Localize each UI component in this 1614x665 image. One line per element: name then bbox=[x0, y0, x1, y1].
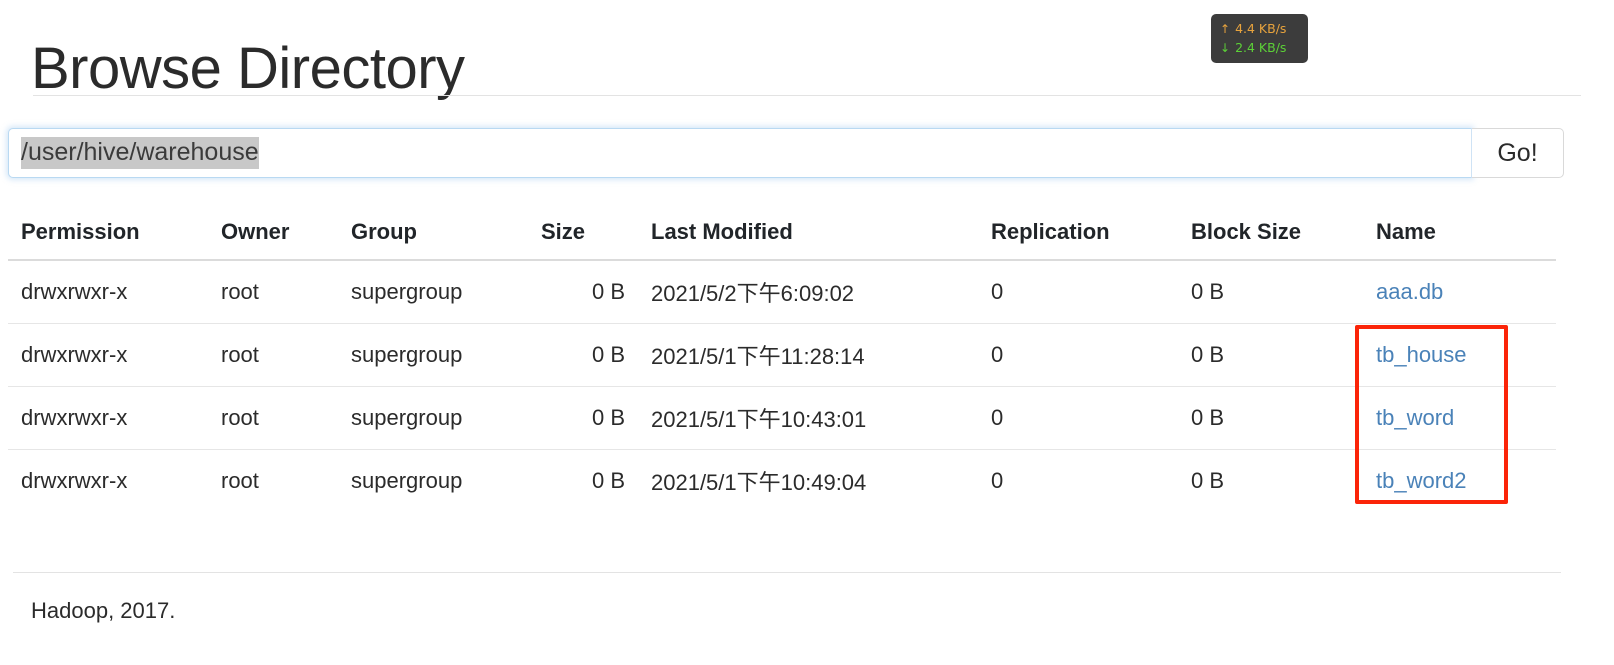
cell-last-modified: 2021/5/2下午6:09:02 bbox=[651, 281, 855, 306]
column-header-size[interactable]: Size bbox=[528, 213, 638, 261]
table-row: drwxrwxr-x root supergroup 0 B 2021/5/1下午11:… bbox=[8, 323, 1556, 387]
table-body: drwxrwxr-x root supergroup 0 B 2021/5/2下午6:0… bbox=[8, 260, 1556, 512]
file-link[interactable]: tb_house bbox=[1376, 342, 1467, 367]
cell-name: aaa.db bbox=[1363, 260, 1556, 324]
cell-last-modified: 2021/5/1下午11:28:14 bbox=[638, 323, 978, 387]
cell-size: 0 B bbox=[528, 386, 638, 450]
cell-owner: root bbox=[208, 449, 338, 512]
cell-replication: 0 bbox=[978, 323, 1178, 387]
directory-table: Permission Owner Group Size Last Modifie… bbox=[8, 213, 1556, 512]
table-header-row: Permission Owner Group Size Last Modifie… bbox=[8, 213, 1556, 261]
cell-permission: drwxrwxr-x bbox=[8, 323, 208, 387]
cell-permission: drwxrwxr-x bbox=[21, 279, 128, 304]
arrow-down-icon: ↓ bbox=[1220, 41, 1231, 55]
cell-size: 0 B bbox=[528, 323, 638, 387]
path-input[interactable]: /user/hive/warehouse bbox=[8, 128, 1472, 178]
column-header-name[interactable]: Name bbox=[1363, 213, 1556, 261]
go-button[interactable]: Go! bbox=[1472, 128, 1564, 178]
column-header-replication[interactable]: Replication bbox=[978, 213, 1178, 261]
cell-owner: root bbox=[208, 323, 338, 387]
cell-name: tb_word bbox=[1363, 386, 1556, 450]
page-title: Browse Directory bbox=[31, 35, 465, 101]
cell-group: supergroup bbox=[338, 386, 528, 450]
cell-name: tb_house bbox=[1363, 323, 1556, 387]
path-input-value: /user/hive/warehouse bbox=[21, 137, 259, 169]
cell-block-size: 0 B bbox=[1191, 279, 1225, 304]
cell-block-size: 0 B bbox=[1178, 449, 1363, 512]
upload-speed-row: ↑ 4.4 KB/s bbox=[1220, 20, 1300, 38]
network-speed-widget: ↑ 4.4 KB/s ↓ 2.4 KB/s bbox=[1211, 14, 1308, 63]
table-row: drwxrwxr-x root supergroup 0 B 2021/5/1下午10:… bbox=[8, 386, 1556, 450]
cell-name: tb_word2 bbox=[1363, 449, 1556, 512]
header-divider bbox=[33, 95, 1581, 96]
cell-permission: drwxrwxr-x bbox=[8, 449, 208, 512]
cell-replication: 0 bbox=[978, 449, 1178, 512]
cell-block-size: 0 B bbox=[1178, 386, 1363, 450]
path-input-group: /user/hive/warehouse Go! bbox=[8, 128, 1564, 178]
footer-divider bbox=[13, 572, 1561, 573]
cell-group: supergroup bbox=[338, 323, 528, 387]
column-header-permission[interactable]: Permission bbox=[8, 213, 208, 261]
cell-block-size: 0 B bbox=[1178, 323, 1363, 387]
column-header-group[interactable]: Group bbox=[338, 213, 528, 261]
browse-directory-page: Browse Directory ↑ 4.4 KB/s ↓ 2.4 KB/s /… bbox=[0, 0, 1614, 665]
column-header-block-size[interactable]: Block Size bbox=[1178, 213, 1363, 261]
download-speed-row: ↓ 2.4 KB/s bbox=[1220, 39, 1300, 57]
directory-listing: Permission Owner Group Size Last Modifie… bbox=[8, 213, 1556, 512]
cell-replication: 0 bbox=[991, 279, 1004, 304]
cell-permission: drwxrwxr-x bbox=[8, 386, 208, 450]
arrow-up-icon: ↑ bbox=[1220, 22, 1231, 36]
table-row: drwxrwxr-x root supergroup 0 B 2021/5/2下午6:0… bbox=[8, 260, 1556, 324]
table-head: Permission Owner Group Size Last Modifie… bbox=[8, 213, 1556, 261]
column-header-last-modified[interactable]: Last Modified bbox=[638, 213, 978, 261]
column-header-owner[interactable]: Owner bbox=[208, 213, 338, 261]
upload-speed-value: 4.4 KB/s bbox=[1235, 21, 1287, 36]
table-row: drwxrwxr-x root supergroup 0 B 2021/5/1下午10:… bbox=[8, 449, 1556, 512]
download-speed-value: 2.4 KB/s bbox=[1235, 40, 1287, 55]
cell-last-modified: 2021/5/1下午10:43:01 bbox=[638, 386, 978, 450]
cell-size: 0 B bbox=[528, 449, 638, 512]
cell-group: supergroup bbox=[338, 449, 528, 512]
file-link[interactable]: aaa.db bbox=[1376, 279, 1443, 304]
cell-owner: root bbox=[208, 386, 338, 450]
cell-owner: root bbox=[221, 279, 259, 304]
cell-replication: 0 bbox=[978, 386, 1178, 450]
cell-size: 0 B bbox=[591, 279, 625, 304]
footer-text: Hadoop, 2017. bbox=[31, 598, 176, 623]
cell-group: supergroup bbox=[351, 279, 463, 304]
cell-last-modified: 2021/5/1下午10:49:04 bbox=[638, 449, 978, 512]
file-link[interactable]: tb_word bbox=[1376, 405, 1454, 430]
file-link[interactable]: tb_word2 bbox=[1376, 468, 1467, 493]
